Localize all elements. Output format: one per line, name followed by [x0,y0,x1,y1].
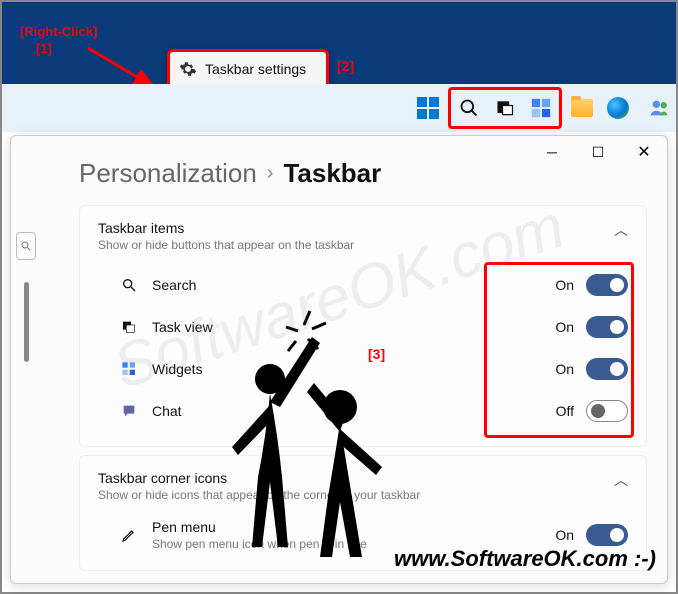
gear-icon [179,60,197,78]
search-icon [120,276,138,294]
search-icon[interactable] [452,91,486,125]
pen-icon [120,526,138,544]
file-explorer-icon[interactable] [566,91,598,125]
start-button[interactable] [412,91,444,125]
left-rail [11,150,41,583]
item-task-view: Task view On [98,306,628,348]
item-chat: Chat Off [98,390,628,432]
section-title: Taskbar corner icons [98,470,420,486]
toggle-text: On [555,361,574,377]
item-label: Pen menu [152,519,367,535]
context-menu-taskbar-settings[interactable]: Taskbar settings [167,49,329,89]
taskbar [2,84,676,132]
item-sublabel: Show pen menu icon when pen is in use [152,537,367,551]
header-area: [Right-Click] [1] Taskbar settings [2] [2,2,676,84]
toggle-text: Off [556,403,574,419]
toggle-pen-menu[interactable] [586,524,628,546]
section-title: Taskbar items [98,220,354,236]
breadcrumb-parent[interactable]: Personalization [79,158,257,189]
scrollbar[interactable] [24,282,29,362]
item-search: Search On [98,264,628,306]
item-label: Chat [152,403,182,419]
annotation-2: [2] [337,58,354,74]
item-label: Search [152,277,196,293]
toggle-search[interactable] [586,274,628,296]
section-subtitle: Show or hide icons that appear on the co… [98,488,420,502]
chevron-right-icon: › [267,162,274,185]
window-controls: ─ ☐ ✕ [529,136,667,168]
toggle-text: On [555,319,574,335]
toggle-chat[interactable] [586,400,628,422]
chevron-up-icon[interactable]: ︿ [614,220,628,240]
settings-window: ─ ☐ ✕ Personalization › Taskbar Taskbar … [10,135,668,584]
annotation-1: [Right-Click] [1] [20,24,97,58]
section-taskbar-items: Taskbar items Show or hide buttons that … [79,205,647,447]
task-view-icon [120,318,138,336]
edge-icon[interactable] [602,91,634,125]
toggle-task-view[interactable] [586,316,628,338]
annotation-3: [3] [368,346,385,362]
taskbar-highlighted-group [448,87,562,129]
item-label: Widgets [152,361,203,377]
chevron-up-icon[interactable]: ︿ [614,470,628,490]
breadcrumb-current: Taskbar [283,158,381,189]
chat-icon [120,402,138,420]
widgets-icon[interactable] [524,91,558,125]
toggle-widgets[interactable] [586,358,628,380]
maximize-button[interactable]: ☐ [575,136,621,168]
item-widgets: Widgets On [98,348,628,390]
watermark-footer: www.SoftwareOK.com :-) [394,546,656,572]
item-label: Task view [152,319,213,335]
toggle-text: On [555,277,574,293]
toggle-text: On [555,527,574,543]
task-view-icon[interactable] [488,91,522,125]
search-input[interactable] [16,232,36,260]
close-button[interactable]: ✕ [621,136,667,168]
context-menu-label: Taskbar settings [205,61,306,77]
minimize-button[interactable]: ─ [529,136,575,168]
people-icon[interactable] [644,91,676,125]
widgets-icon [120,360,138,378]
section-subtitle: Show or hide buttons that appear on the … [98,238,354,252]
